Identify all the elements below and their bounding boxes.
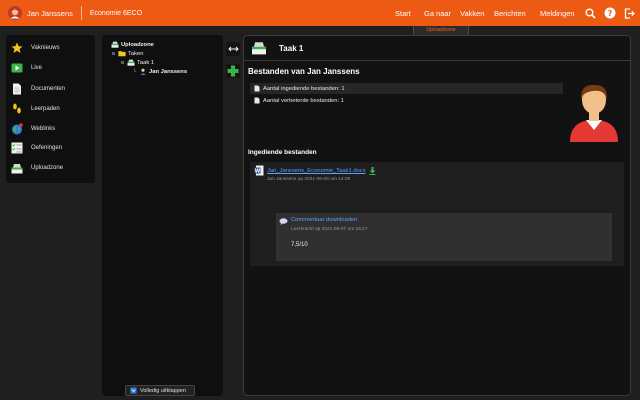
tree-label: Jan Janssens <box>149 68 188 75</box>
stat-text: Aantal ingediende bestanden: 1 <box>263 85 345 92</box>
upload-tray-icon <box>11 162 23 174</box>
collapse-toggle-icon[interactable]: ⊟ <box>121 60 124 66</box>
submitted-file-card: W Jan_Janssens_Economie_Taak1.docx Jan J… <box>250 162 624 266</box>
upload-tray-icon <box>252 42 266 55</box>
globe-icon <box>11 123 23 135</box>
collapse-toggle-icon[interactable]: ⊟ <box>112 51 115 57</box>
menu-item-oefeningen[interactable]: Oefeningen <box>6 141 95 155</box>
nav-berichten[interactable]: Berichten <box>494 0 526 26</box>
word-document-icon: W <box>254 165 264 176</box>
menu-item-label: Oefeningen <box>31 145 63 151</box>
nav-vakken[interactable]: Vakken <box>460 0 484 26</box>
user-name[interactable]: Jan Janssens <box>27 9 73 18</box>
menu-item-label: Documenten <box>31 86 66 92</box>
submitted-heading: Ingediende bestanden <box>248 149 317 156</box>
user-avatar-icon[interactable] <box>8 6 22 20</box>
horizontal-arrows-icon <box>227 46 239 52</box>
menu-item-uploadzone[interactable]: Uploadzone <box>6 161 95 175</box>
teacher-comment-box: Commentaar downloaden Leerkracht op 2021… <box>276 213 612 261</box>
tree-label: Taken <box>128 50 144 57</box>
file-row: W Jan_Janssens_Economie_Taak1.docx <box>254 165 376 176</box>
folder-icon <box>118 51 126 57</box>
menu-item-vaknieuws[interactable]: Vaknieuws <box>6 41 95 55</box>
nav-start[interactable]: Start <box>395 0 411 26</box>
menu-item-weblinks[interactable]: Weblinks <box>6 122 95 136</box>
menu-item-label: Uploadzone <box>31 165 64 171</box>
panel-header: Taak 1 <box>244 36 630 61</box>
comment-meta: Leerkracht op 2021-06-07 om 16:17 <box>291 227 368 232</box>
course-tools-menu: Vaknieuws Live Documenten Leerpaden Webl… <box>6 35 95 183</box>
tree-node-student[interactable]: └ Jan Janssens <box>133 68 187 75</box>
comment-icon <box>279 218 288 225</box>
main-panel: Taak 1 Bestanden van Jan Janssens Aantal… <box>243 35 631 396</box>
svg-text:W: W <box>255 169 261 175</box>
menu-item-label: Leerpaden <box>31 106 60 112</box>
menu-item-label: Vaknieuws <box>31 45 60 51</box>
student-avatar <box>570 84 618 142</box>
nav-meldingen[interactable]: Meldingen <box>540 0 575 26</box>
grade-text: 7,5/10 <box>291 242 308 248</box>
stat-corrected: Aantal verbeterde bestanden: 1 <box>250 95 563 106</box>
top-bar: Jan Janssens Economie 6ECO Start Ga naar… <box>0 0 640 26</box>
folder-tree-panel: Uploadzone ⊟ Taken ⊟ Taak 1 └ Jan Jansse… <box>102 35 223 396</box>
stat-submitted: Aantal ingediende bestanden: 1 <box>250 83 563 94</box>
tree-node-uploadzone[interactable]: Uploadzone <box>111 41 154 48</box>
tree-branch-line: └ <box>133 68 137 75</box>
plus-icon <box>227 65 239 77</box>
resize-panels-button[interactable] <box>226 42 240 56</box>
tree-label: Uploadzone <box>121 41 154 48</box>
svg-text:?: ? <box>608 9 613 18</box>
document-icon <box>11 83 23 95</box>
add-button[interactable] <box>226 64 240 78</box>
live-video-icon <box>11 62 23 74</box>
logout-icon[interactable] <box>622 6 636 20</box>
expand-all-label: Volledig uitklappen <box>140 387 186 394</box>
tree-node-taak-1[interactable]: ⊟ Taak 1 <box>121 59 154 66</box>
footsteps-icon <box>11 103 23 115</box>
task-title: Taak 1 <box>279 43 304 53</box>
menu-item-leerpaden[interactable]: Leerpaden <box>6 102 95 116</box>
files-heading: Bestanden van Jan Janssens <box>248 67 360 76</box>
divider <box>80 6 82 20</box>
download-icon[interactable] <box>369 166 376 175</box>
tree-node-taken[interactable]: ⊟ Taken <box>112 50 143 57</box>
star-icon <box>11 42 23 54</box>
exercises-icon <box>11 142 23 154</box>
document-icon <box>254 97 260 104</box>
student-icon <box>140 68 146 75</box>
menu-item-live[interactable]: Live <box>6 61 95 75</box>
stat-text: Aantal verbeterde bestanden: 1 <box>263 97 344 104</box>
menu-item-label: Weblinks <box>31 126 56 132</box>
tree-label: Taak 1 <box>137 59 155 66</box>
file-meta: Jan Janssens op 2021-06-06 om 14:09 <box>267 177 351 182</box>
nav-ga-naar[interactable]: Ga naar <box>424 0 451 26</box>
upload-tray-icon <box>127 59 135 66</box>
document-icon <box>254 85 260 92</box>
file-link[interactable]: Jan_Janssens_Economie_Taak1.docx <box>267 168 366 174</box>
help-icon[interactable]: ? <box>603 6 617 20</box>
upload-tray-icon <box>111 41 119 48</box>
search-icon[interactable] <box>583 6 597 20</box>
course-name[interactable]: Economie 6ECO <box>90 10 142 17</box>
menu-item-documenten[interactable]: Documenten <box>6 82 95 96</box>
download-comment-link[interactable]: Commentaar downloaden <box>291 217 357 223</box>
expand-icon <box>130 387 137 394</box>
menu-item-label: Live <box>31 65 43 71</box>
expand-all-button[interactable]: Volledig uitklappen <box>125 385 195 396</box>
